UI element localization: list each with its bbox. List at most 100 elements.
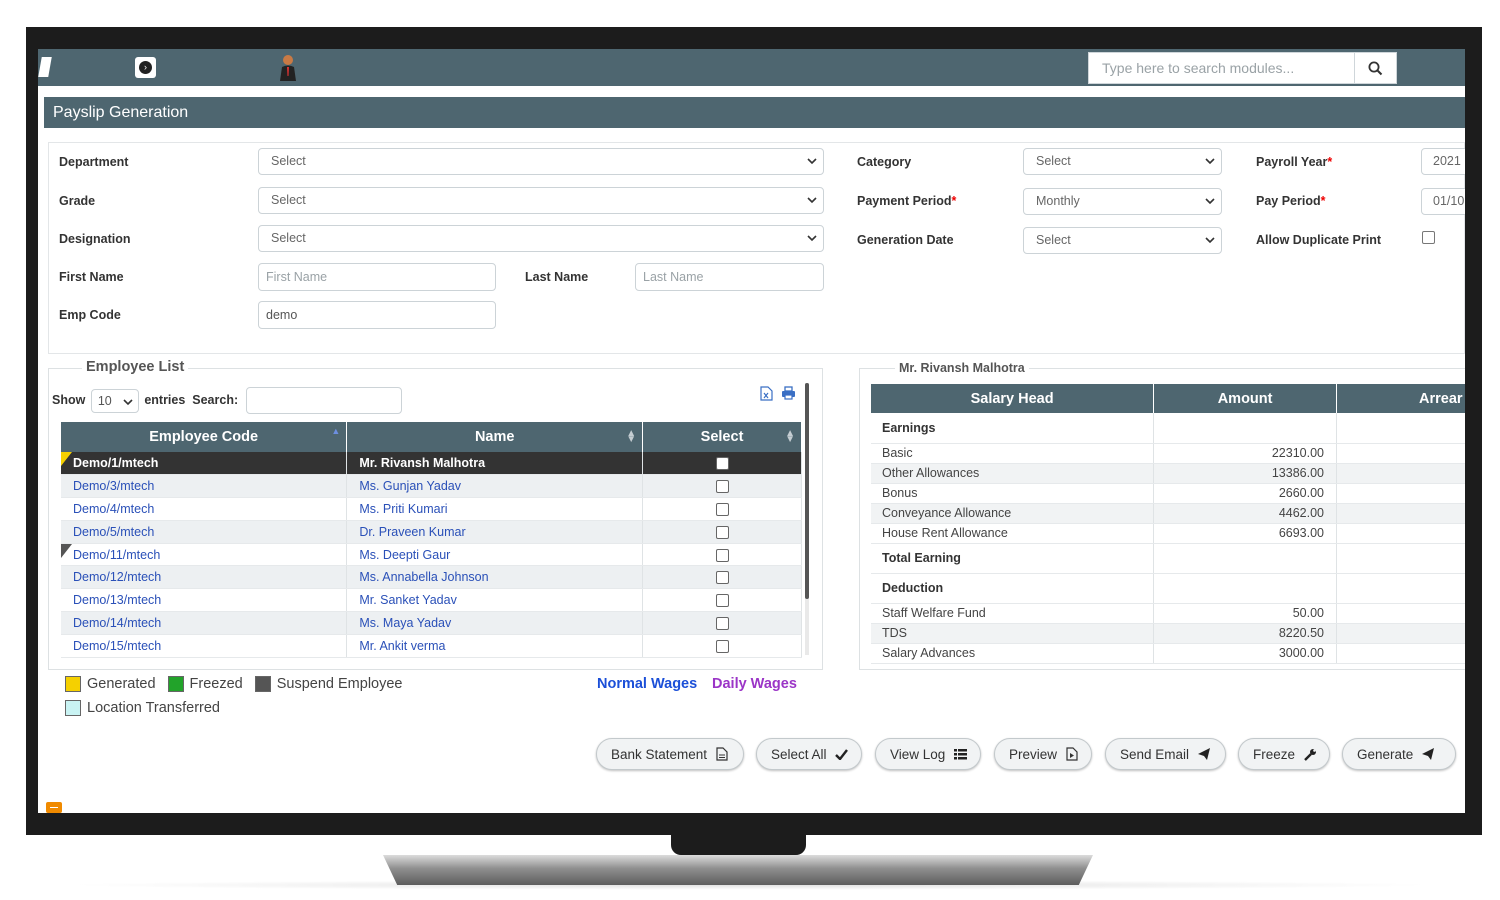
daily-wages-link[interactable]: Daily Wages xyxy=(712,676,797,692)
table-row[interactable]: Demo/11/mtech Ms. Deepti Gaur xyxy=(61,543,802,567)
table-row[interactable]: Demo/1/mtech Mr. Rivansh Malhotra xyxy=(61,452,802,476)
table-row[interactable]: Demo/3/mtech Ms. Gunjan Yadav xyxy=(61,474,802,499)
generate-button[interactable]: Generate xyxy=(1342,738,1456,770)
print-icon[interactable] xyxy=(781,386,796,400)
employee-code-cell[interactable]: Demo/1/mtech xyxy=(61,452,348,476)
grade-select[interactable]: Select xyxy=(258,187,824,214)
payroll-year-select[interactable]: 2021 xyxy=(1421,148,1465,175)
row-select-checkbox[interactable] xyxy=(715,594,729,608)
employee-name-cell[interactable]: Mr. Ankit verma xyxy=(346,634,644,658)
employee-code-cell[interactable]: Demo/13/mtech xyxy=(61,588,348,613)
allow-duplicate-print-checkbox[interactable] xyxy=(1422,231,1435,244)
salary-amount: 13386.00 xyxy=(1153,463,1337,484)
search-button[interactable] xyxy=(1354,53,1396,83)
entries-select[interactable]: 10 xyxy=(90,388,139,413)
employee-name[interactable]: Dr. Praveen Kumar xyxy=(359,525,465,539)
employee-code-cell[interactable]: Demo/12/mtech xyxy=(61,565,348,590)
pay-period-select[interactable]: 01/10 xyxy=(1421,188,1465,215)
employee-name-cell[interactable]: Ms. Priti Kumari xyxy=(346,497,644,521)
select-all-button[interactable]: Select All xyxy=(756,738,862,770)
employee-code[interactable]: Demo/4/mtech xyxy=(73,502,154,516)
col-select[interactable]: Select ▲ ▼ xyxy=(642,422,802,452)
employee-code[interactable]: Demo/14/mtech xyxy=(73,616,161,630)
first-name-input[interactable]: First Name xyxy=(258,263,496,291)
arrear-cell xyxy=(1336,503,1465,524)
employee-name[interactable]: Ms. Priti Kumari xyxy=(359,502,447,516)
chevron-down-icon xyxy=(807,197,817,204)
earnings-section: Earnings xyxy=(871,413,1465,444)
table-row[interactable]: Demo/5/mtech Dr. Praveen Kumar xyxy=(61,520,802,544)
employee-code[interactable]: Demo/12/mtech xyxy=(73,570,161,584)
employee-name-cell[interactable]: Ms. Maya Yadav xyxy=(346,611,644,635)
row-select-checkbox[interactable] xyxy=(715,457,729,471)
excel-export-icon[interactable] xyxy=(760,386,773,401)
col-employee-code[interactable]: Employee Code ▲ xyxy=(61,422,348,452)
row-select-checkbox[interactable] xyxy=(715,617,729,631)
payment-period-select[interactable]: Monthly xyxy=(1023,188,1222,215)
employee-code[interactable]: Demo/11/mtech xyxy=(73,548,160,562)
employee-code[interactable]: Demo/3/mtech xyxy=(73,479,154,493)
employee-code-cell[interactable]: Demo/4/mtech xyxy=(61,497,348,521)
employee-name[interactable]: Mr. Rivansh Malhotra xyxy=(359,456,485,470)
employee-name-cell[interactable]: Dr. Praveen Kumar xyxy=(346,520,644,544)
employee-name-cell[interactable]: Mr. Rivansh Malhotra xyxy=(346,452,644,476)
row-select-checkbox[interactable] xyxy=(715,480,729,494)
col-select-label: Select xyxy=(700,429,744,445)
table-row[interactable]: Demo/14/mtech Ms. Maya Yadav xyxy=(61,611,802,635)
row-select-checkbox[interactable] xyxy=(715,571,729,585)
salary-amount: 3000.00 xyxy=(1153,643,1337,664)
emp-code-input[interactable]: demo xyxy=(258,301,496,329)
employee-name[interactable]: Ms. Deepti Gaur xyxy=(359,548,450,562)
generation-date-select[interactable]: Select xyxy=(1023,227,1222,254)
employee-code-cell[interactable]: Demo/5/mtech xyxy=(61,520,348,544)
bank-statement-button[interactable]: Bank Statement xyxy=(596,738,744,770)
employee-code-cell[interactable]: Demo/14/mtech xyxy=(61,611,348,635)
table-row[interactable]: Demo/13/mtech Mr. Sanket Yadav xyxy=(61,588,802,613)
collapse-badge-icon[interactable] xyxy=(46,802,62,813)
department-select[interactable]: Select xyxy=(258,148,824,175)
col-name[interactable]: Name ▲ ▼ xyxy=(346,422,644,452)
table-scrollbar-thumb[interactable] xyxy=(805,383,809,599)
preview-button[interactable]: Preview xyxy=(994,738,1092,770)
module-search-input[interactable] xyxy=(1089,53,1354,83)
row-select-checkbox[interactable] xyxy=(715,548,729,562)
list-icon xyxy=(953,747,967,761)
employee-name[interactable]: Ms. Gunjan Yadav xyxy=(359,479,461,493)
employee-code[interactable]: Demo/1/mtech xyxy=(73,456,158,470)
last-name-input[interactable]: Last Name xyxy=(635,263,824,291)
employee-name[interactable]: Mr. Sanket Yadav xyxy=(359,593,457,607)
row-select-checkbox[interactable] xyxy=(715,503,729,517)
table-row[interactable]: Demo/15/mtech Mr. Ankit verma xyxy=(61,634,802,658)
normal-wages-link[interactable]: Normal Wages xyxy=(597,676,697,692)
employee-name[interactable]: Ms. Annabella Johnson xyxy=(359,570,488,584)
freeze-button[interactable]: Freeze xyxy=(1238,738,1330,770)
sidebar-toggle-button[interactable]: › xyxy=(135,57,156,78)
table-row[interactable]: Demo/4/mtech Ms. Priti Kumari xyxy=(61,497,802,521)
table-row[interactable]: Demo/12/mtech Ms. Annabella Johnson xyxy=(61,565,802,590)
employee-name-cell[interactable]: Ms. Gunjan Yadav xyxy=(346,474,644,499)
location-swatch xyxy=(65,700,81,716)
generated-legend-label: Generated xyxy=(87,676,156,692)
user-avatar-icon[interactable] xyxy=(278,54,298,82)
employee-name[interactable]: Ms. Maya Yadav xyxy=(359,616,451,630)
row-select-checkbox[interactable] xyxy=(715,639,729,653)
salary-head: Other Allowances xyxy=(871,463,1155,484)
send-email-button[interactable]: Send Email xyxy=(1105,738,1226,770)
employee-code-cell[interactable]: Demo/15/mtech xyxy=(61,634,348,658)
employee-name-cell[interactable]: Mr. Sanket Yadav xyxy=(346,588,644,613)
employee-code[interactable]: Demo/13/mtech xyxy=(73,593,161,607)
employee-code-cell[interactable]: Demo/11/mtech xyxy=(61,543,348,567)
brand-logo[interactable] xyxy=(38,57,52,77)
employee-code[interactable]: Demo/15/mtech xyxy=(73,639,161,653)
designation-select[interactable]: Select xyxy=(258,225,824,252)
table-search-input[interactable] xyxy=(245,387,402,414)
employee-code-cell[interactable]: Demo/3/mtech xyxy=(61,474,348,499)
employee-name-cell[interactable]: Ms. Deepti Gaur xyxy=(346,543,644,567)
row-select-checkbox[interactable] xyxy=(715,525,729,539)
section-label: Earnings xyxy=(871,413,1155,444)
employee-name-cell[interactable]: Ms. Annabella Johnson xyxy=(346,565,644,590)
category-select[interactable]: Select xyxy=(1023,148,1222,175)
employee-code[interactable]: Demo/5/mtech xyxy=(73,525,154,539)
view-log-button[interactable]: View Log xyxy=(875,738,981,770)
employee-name[interactable]: Mr. Ankit verma xyxy=(359,639,445,653)
